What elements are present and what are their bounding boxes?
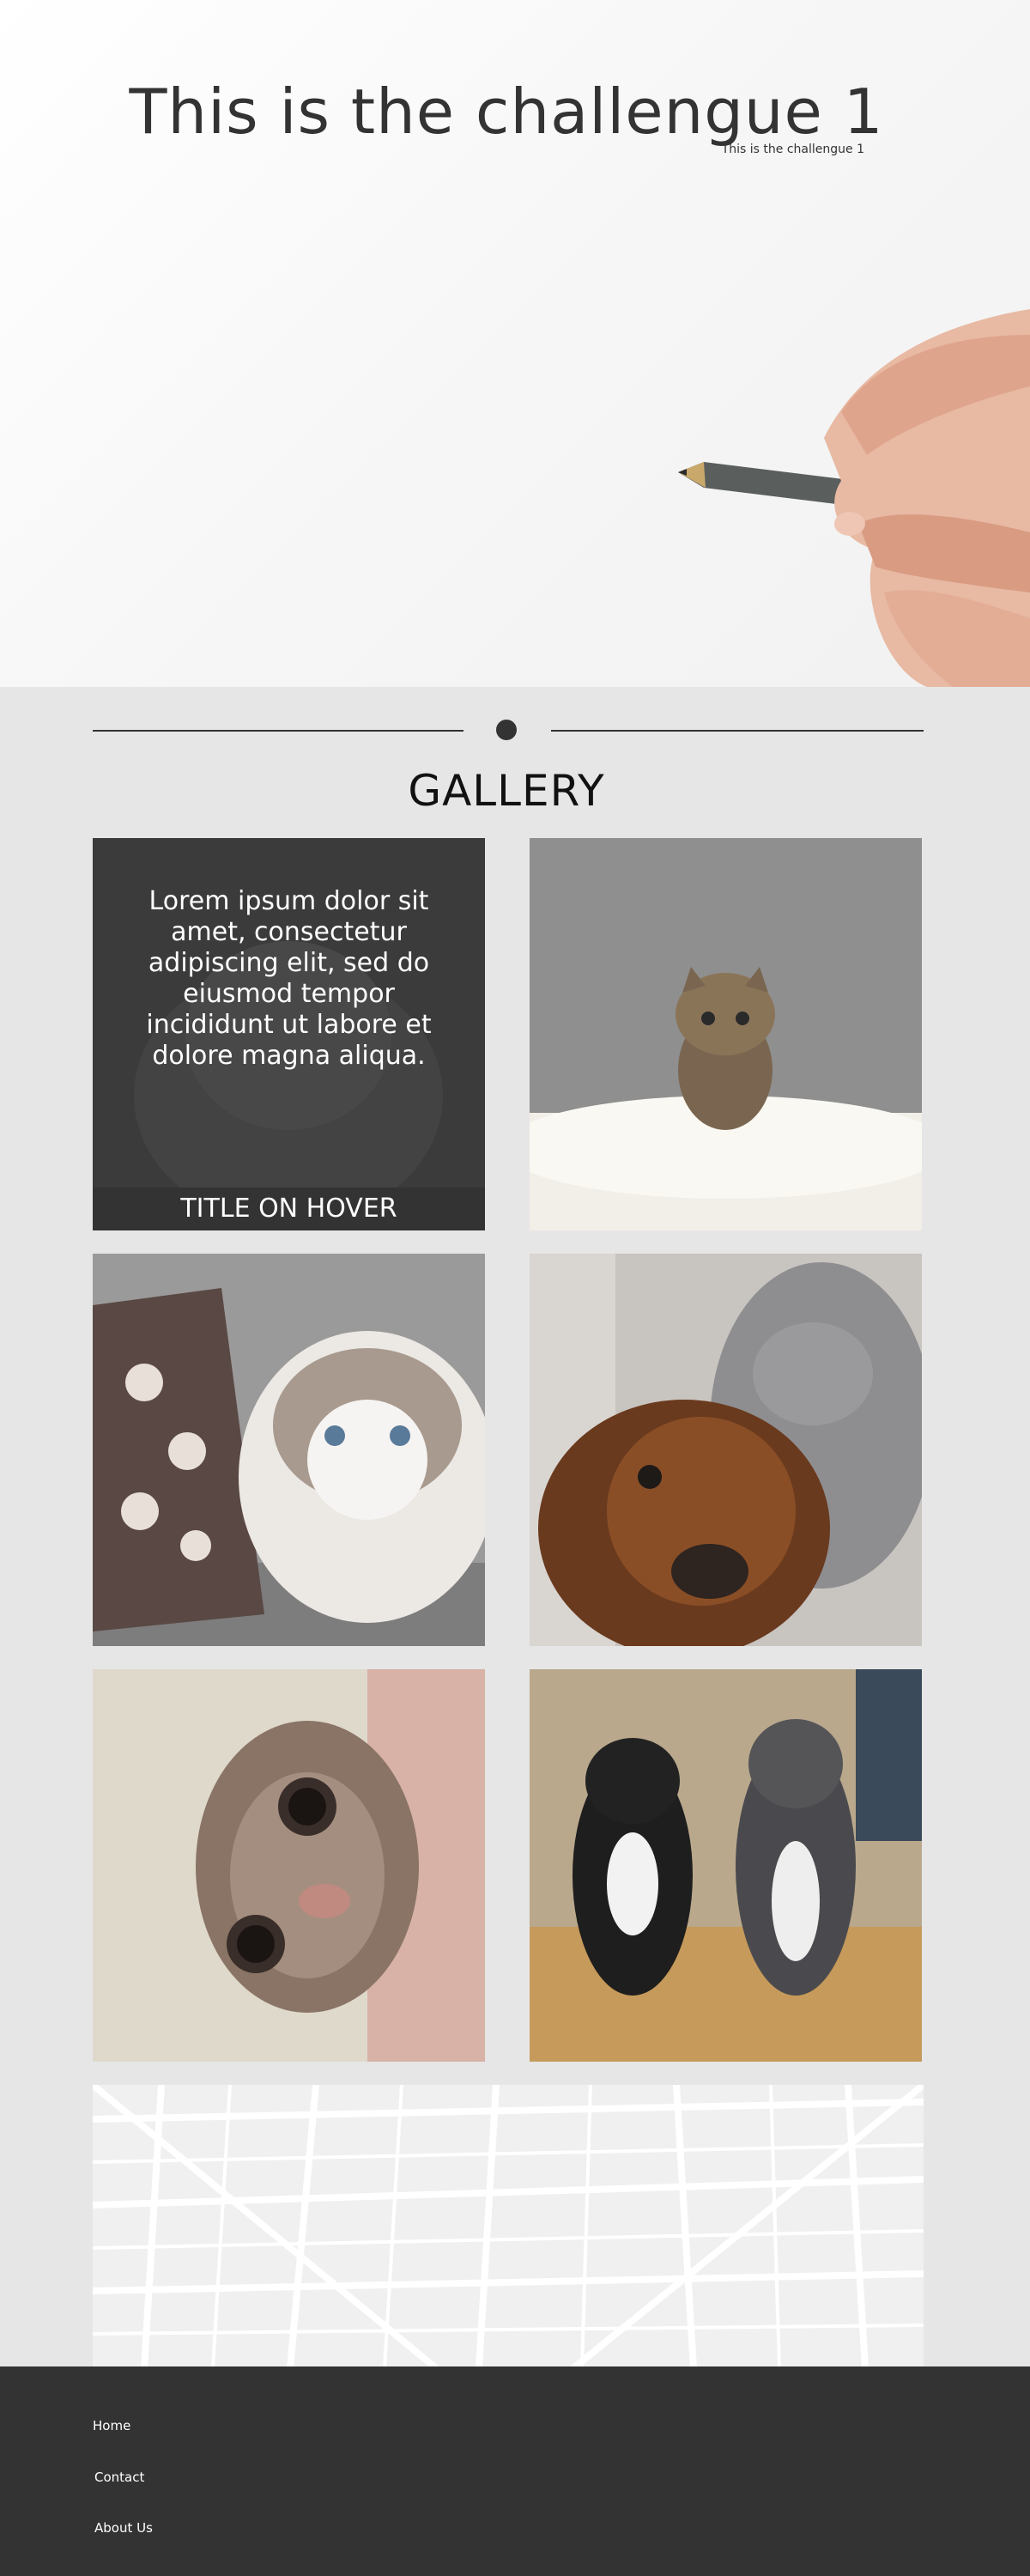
hero-title: This is the challengue 1 [129, 76, 884, 148]
footer-link-about[interactable]: About Us [94, 2520, 153, 2536]
hand-with-pencil-image [678, 309, 1030, 687]
cat-and-dachshund-image [530, 1254, 922, 1646]
gallery-tile[interactable] [530, 838, 922, 1230]
divider-line-left [93, 730, 464, 732]
hover-description: Lorem ipsum dolor sit amet, consectetur … [146, 886, 432, 1071]
cat-peeking-behind-door-image [93, 1669, 485, 2062]
street-map-image [93, 2085, 924, 2368]
divider-dot [496, 720, 517, 740]
footer-link-home[interactable]: Home [93, 2418, 130, 2433]
hero-subtitle: This is the challengue 1 [721, 143, 864, 156]
map-embed[interactable] [93, 2085, 924, 2368]
ragdoll-cat-with-pillow-image [93, 1254, 485, 1646]
two-kittens-on-chair-image [530, 1669, 922, 2062]
section-divider [93, 720, 924, 740]
footer-link-contact[interactable]: Contact [94, 2470, 144, 2485]
footer: Home Contact About Us [0, 2366, 1030, 2576]
gallery-tile[interactable] [530, 1254, 922, 1646]
gallery-title: GALLERY [408, 766, 605, 816]
divider-line-right [551, 730, 924, 732]
gallery-tile[interactable] [530, 1669, 922, 2062]
gallery-tile[interactable] [93, 1254, 485, 1646]
kitten-in-feathers-image [530, 838, 922, 1230]
hover-title: TITLE ON HOVER [93, 1188, 485, 1230]
hero-section: This is the challengue 1 This is the cha… [0, 0, 1030, 687]
gallery-tile[interactable] [93, 1669, 485, 2062]
gallery-tile-hover[interactable]: Lorem ipsum dolor sit amet, consectetur … [93, 838, 485, 1230]
